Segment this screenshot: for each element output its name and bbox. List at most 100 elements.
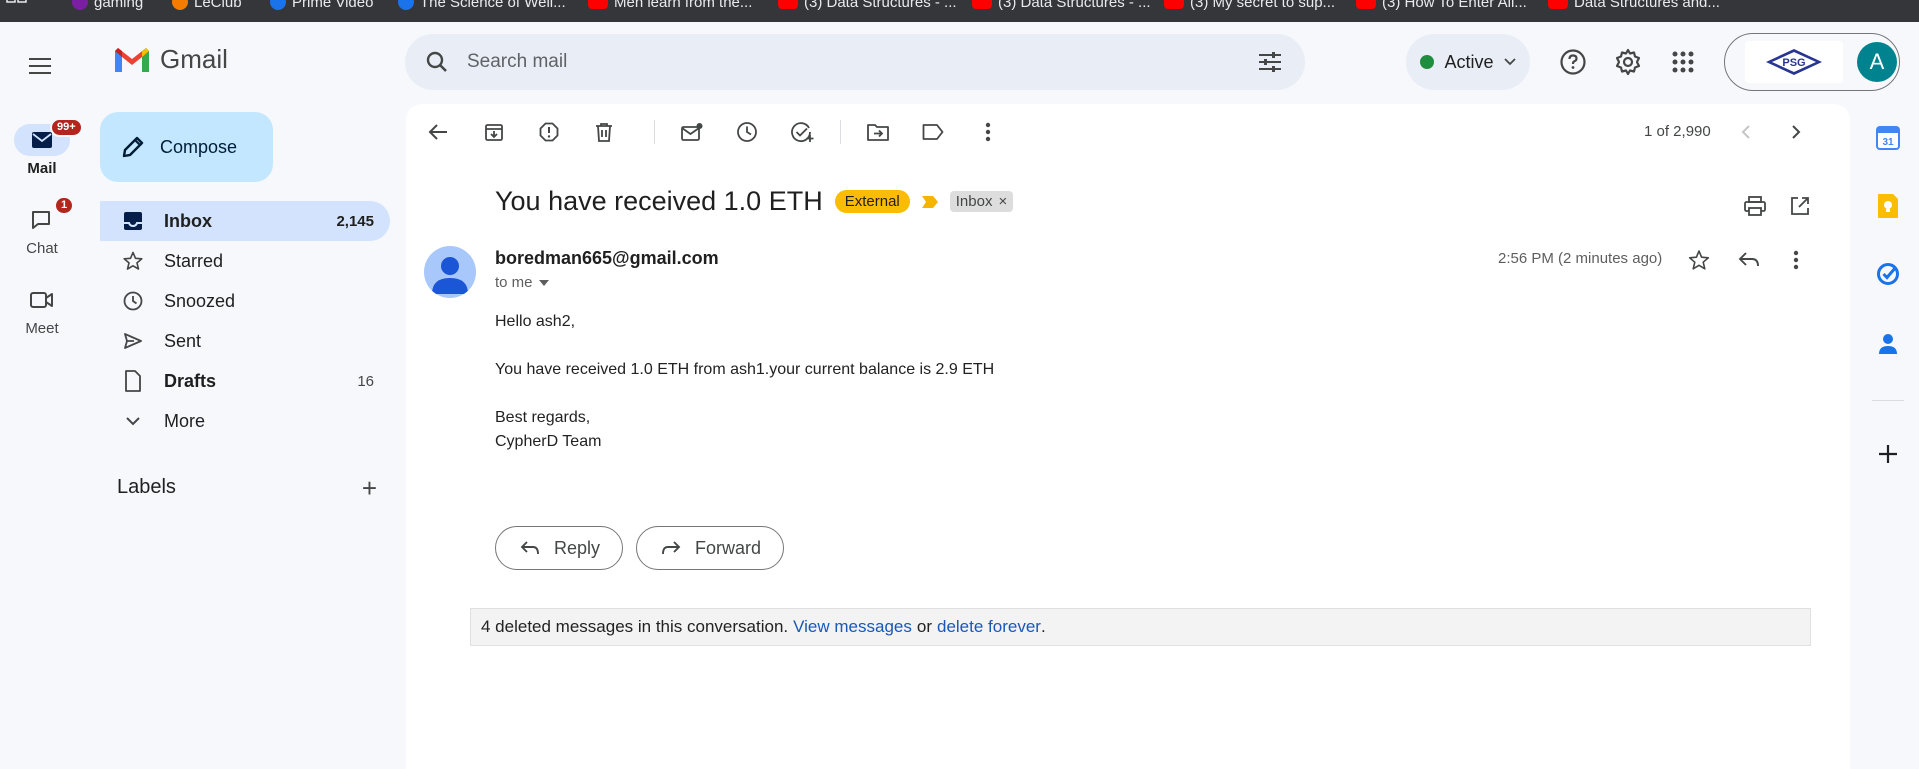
bookmark-data-structures-2[interactable]: (3) Data Structures - ... xyxy=(972,0,1151,12)
newer-button[interactable] xyxy=(1732,118,1760,146)
chevron-down-icon xyxy=(122,410,144,432)
labels-button[interactable] xyxy=(919,118,947,146)
youtube-favicon-icon xyxy=(1356,0,1376,9)
folder-nav: Inbox 2,145 Starred Snoozed Sent Drafts … xyxy=(100,201,390,441)
rail-label-mail: Mail xyxy=(27,160,57,177)
message-more-button[interactable] xyxy=(1782,246,1810,274)
settings-button[interactable] xyxy=(1612,46,1644,78)
youtube-favicon-icon xyxy=(1548,0,1568,9)
external-tag: External xyxy=(834,190,910,213)
sender-avatar[interactable] xyxy=(424,246,476,298)
reply-icon-button[interactable] xyxy=(1735,246,1763,274)
bookmark-science-wellbeing[interactable]: The Science of Well... xyxy=(398,0,566,12)
main-menu-button[interactable] xyxy=(26,52,54,80)
more-vertical-icon xyxy=(985,122,991,142)
back-button[interactable] xyxy=(424,118,452,146)
apps-grid-icon xyxy=(6,0,27,3)
importance-marker-icon[interactable] xyxy=(921,195,938,208)
leclub-favicon-icon xyxy=(172,0,188,10)
print-button[interactable] xyxy=(1741,192,1769,220)
nav-item-drafts[interactable]: Drafts 16 xyxy=(100,361,390,401)
youtube-favicon-icon xyxy=(778,0,798,9)
prime-video-favicon-icon xyxy=(270,0,286,10)
labels-header: Labels + xyxy=(117,475,377,501)
rail-item-meet[interactable]: Meet xyxy=(0,284,84,337)
nav-item-inbox[interactable]: Inbox 2,145 xyxy=(100,201,390,241)
youtube-favicon-icon xyxy=(972,0,992,9)
more-actions-button[interactable] xyxy=(974,118,1002,146)
snooze-button[interactable] xyxy=(733,118,761,146)
inbox-label-chip: Inbox × xyxy=(949,191,1014,212)
mark-unread-button[interactable] xyxy=(678,118,706,146)
calendar-icon: 31 xyxy=(1876,126,1900,150)
email-greeting: Hello ash2, xyxy=(495,313,576,330)
keep-app-button[interactable] xyxy=(1874,192,1902,220)
contacts-app-button[interactable] xyxy=(1874,330,1902,358)
archive-button[interactable] xyxy=(480,118,508,146)
reply-icon xyxy=(1738,252,1759,267)
nav-item-snoozed[interactable]: Snoozed xyxy=(100,281,390,321)
bookmarks-bar: gaming LeClub Prime Video The Science of… xyxy=(0,0,1919,22)
bookmark-gaming[interactable]: gaming xyxy=(72,0,143,12)
email-message: You have received 1.0 ETH from ash1.your… xyxy=(495,361,995,378)
toolbar-divider xyxy=(654,120,655,144)
open-in-new-window-button[interactable] xyxy=(1786,192,1814,220)
bookmark-data-structures-3[interactable]: Data Structures and... xyxy=(1548,0,1720,12)
bookmark-my-secret[interactable]: (3) My secret to sup... xyxy=(1164,0,1335,12)
search-icon[interactable] xyxy=(425,50,449,74)
deleted-messages-notice: 4 deleted messages in this conversation.… xyxy=(470,608,1811,646)
pencil-icon xyxy=(122,136,144,158)
tasks-app-button[interactable] xyxy=(1874,260,1902,288)
delete-forever-link[interactable]: delete forever xyxy=(937,617,1041,637)
reply-button[interactable]: Reply xyxy=(495,526,624,570)
toolbar-divider xyxy=(840,120,841,144)
report-spam-button[interactable] xyxy=(535,118,563,146)
organization-logo: PSG xyxy=(1745,41,1843,83)
star-button[interactable] xyxy=(1685,246,1713,274)
email-subject: You have received 1.0 ETH xyxy=(495,186,823,216)
reply-icon xyxy=(520,541,539,555)
older-button[interactable] xyxy=(1782,118,1810,146)
get-addons-button[interactable] xyxy=(1874,440,1902,468)
apps-bookmark[interactable] xyxy=(6,0,28,12)
nav-item-more[interactable]: More xyxy=(100,401,390,441)
bookmark-leclub[interactable]: LeClub xyxy=(172,0,242,12)
report-icon xyxy=(539,122,559,142)
trash-icon xyxy=(596,123,612,142)
nav-item-starred[interactable]: Starred xyxy=(100,241,390,281)
chevron-down-icon xyxy=(1503,58,1516,66)
move-to-button[interactable] xyxy=(864,118,892,146)
rail-item-mail[interactable]: 99+ Mail xyxy=(0,118,84,177)
forward-button[interactable]: Forward xyxy=(636,526,785,570)
create-label-button[interactable]: + xyxy=(362,475,377,501)
bookmark-men-learn[interactable]: Men learn from the... xyxy=(588,0,752,12)
recipient-details-toggle[interactable]: to me xyxy=(495,274,549,291)
gmail-logo[interactable]: Gmail xyxy=(112,44,228,75)
pagination-text: 1 of 2,990 xyxy=(1644,123,1711,140)
bookmark-how-to-enter[interactable]: (3) How To Enter All... xyxy=(1356,0,1527,12)
mark-unread-icon xyxy=(681,123,703,141)
calendar-app-button[interactable]: 31 xyxy=(1874,124,1902,152)
add-to-tasks-button[interactable] xyxy=(788,118,816,146)
search-input[interactable] xyxy=(467,51,1227,73)
view-messages-link[interactable]: View messages xyxy=(793,617,912,637)
gear-icon xyxy=(1615,48,1641,76)
compose-button[interactable]: Compose xyxy=(100,112,273,182)
search-options-icon[interactable] xyxy=(1257,50,1283,74)
nav-item-sent[interactable]: Sent xyxy=(100,321,390,361)
status-dropdown[interactable]: Active xyxy=(1406,34,1530,90)
avatar[interactable]: A xyxy=(1857,42,1897,82)
remove-label-icon[interactable]: × xyxy=(998,193,1007,210)
bookmark-data-structures-1[interactable]: (3) Data Structures - ... xyxy=(778,0,957,12)
delete-button[interactable] xyxy=(590,118,618,146)
rail-item-chat[interactable]: 1 Chat xyxy=(0,196,84,257)
support-button[interactable] xyxy=(1557,46,1589,78)
tasks-check-icon xyxy=(1877,263,1899,285)
sender-email[interactable]: boredman665@gmail.com xyxy=(495,248,719,269)
google-apps-button[interactable] xyxy=(1667,46,1699,78)
forward-icon xyxy=(662,541,681,555)
open-in-new-icon xyxy=(1791,197,1809,215)
compose-label: Compose xyxy=(160,136,238,157)
account-switcher[interactable]: PSG A xyxy=(1724,33,1900,91)
bookmark-prime-video[interactable]: Prime Video xyxy=(270,0,373,12)
